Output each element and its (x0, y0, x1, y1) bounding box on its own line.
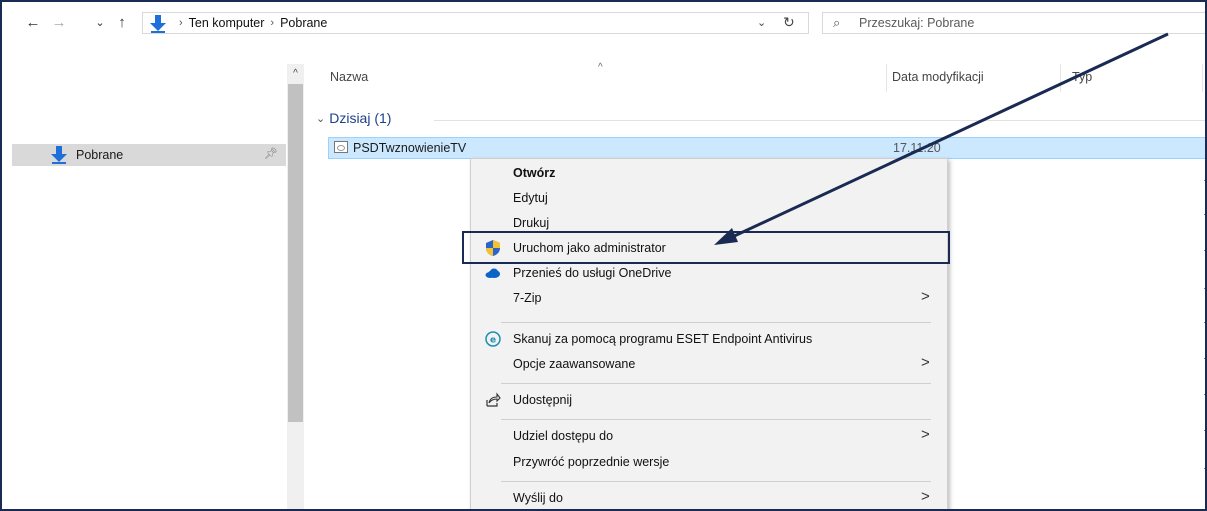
search-input[interactable]: Przeszukaj: Pobrane (859, 16, 974, 30)
menu-item-label: 7-Zip (513, 291, 542, 305)
group-label: Dzisiaj (1) (329, 110, 392, 126)
refresh-icon[interactable]: ↻ (783, 14, 795, 31)
pin-icon[interactable]: 📌︎ (264, 147, 278, 160)
recent-locations-button[interactable]: ⌄ (94, 12, 106, 32)
menu-separator (501, 322, 931, 323)
menu-item-eset-scan[interactable]: e Skanuj za pomocą programu ESET Endpoin… (471, 328, 947, 350)
menu-item-label: Opcje zaawansowane (513, 357, 636, 371)
address-dropdown-icon[interactable]: ⌄ (757, 16, 766, 29)
chevron-down-icon: ⌄ (316, 112, 326, 125)
download-icon (150, 15, 166, 33)
menu-item-label: Udziel dostępu do (513, 429, 614, 443)
menu-item-label: Otwórz (513, 166, 556, 180)
navigation-pane: Pobrane 📌︎ (2, 64, 286, 509)
column-header-date[interactable]: Data modyfikacji (892, 70, 984, 84)
column-divider[interactable] (1202, 64, 1203, 92)
nav-pane-item-downloads[interactable]: Pobrane 📌︎ (12, 144, 286, 166)
chevron-down-icon: ⌄ (95, 16, 105, 29)
menu-item-advanced-options[interactable]: Opcje zaawansowane > (471, 353, 947, 375)
script-file-icon (334, 141, 348, 153)
navigation-bar: ← → ⌄ ↑ › Ten komputer › Pobrane ⌄ ↻ ⌕ P… (2, 2, 1205, 42)
back-arrow-icon: ← (25, 13, 41, 31)
search-box[interactable]: ⌕ Przeszukaj: Pobrane (822, 12, 1205, 34)
search-icon: ⌕ (833, 15, 841, 30)
breadcrumb: › Ten komputer › Pobrane (173, 16, 327, 30)
onedrive-cloud-icon (485, 268, 500, 278)
menu-separator (501, 481, 931, 482)
file-row[interactable]: PSDTwznowienieTV 17.11.20 (328, 137, 1205, 159)
menu-item-label: Udostępnij (513, 393, 573, 407)
explorer-window: ← → ⌄ ↑ › Ten komputer › Pobrane ⌄ ↻ ⌕ P… (0, 0, 1207, 511)
menu-item-give-access[interactable]: Udziel dostępu do > (471, 425, 947, 447)
menu-item-edit[interactable]: Edytuj (471, 187, 947, 209)
sort-ascending-icon: ^ (598, 62, 603, 73)
scroll-up-icon[interactable]: ^ (287, 68, 304, 79)
menu-item-open[interactable]: Otwórz (471, 162, 947, 184)
chevron-right-icon: > (921, 426, 930, 443)
menu-separator (501, 419, 931, 420)
scrollbar-thumb[interactable] (288, 84, 303, 422)
column-divider[interactable] (1060, 64, 1061, 92)
column-divider[interactable] (886, 64, 887, 92)
column-header-type[interactable]: Typ (1072, 70, 1092, 84)
breadcrumb-item-this-pc[interactable]: Ten komputer (189, 16, 265, 30)
download-icon (51, 146, 67, 164)
chevron-right-icon: > (921, 354, 930, 371)
nav-pane-item-label: Pobrane (76, 148, 124, 162)
share-icon (486, 392, 501, 407)
breadcrumb-separator-icon: › (270, 17, 275, 29)
menu-item-label: Skanuj za pomocą programu ESET Endpoint … (513, 332, 813, 346)
svg-text:e: e (490, 336, 496, 346)
forward-arrow-icon: → (51, 13, 67, 31)
menu-item-label: Przywróć poprzednie wersje (513, 455, 670, 469)
column-header-name[interactable]: Nazwa (330, 70, 368, 84)
file-name: PSDTwznowienieTV (353, 141, 467, 155)
menu-item-move-to-onedrive[interactable]: Przenieś do usługi OneDrive (471, 262, 947, 284)
forward-button[interactable]: → (50, 12, 68, 32)
chevron-right-icon: > (921, 288, 930, 305)
annotation-highlight-box (462, 231, 950, 264)
context-menu: Otwórz Edytuj Drukuj Uruchom jako admini… (470, 158, 948, 509)
menu-item-label: Edytuj (513, 191, 548, 205)
chevron-right-icon: > (921, 488, 930, 505)
menu-item-7zip[interactable]: 7-Zip > (471, 287, 947, 309)
up-arrow-icon: ↑ (118, 13, 126, 31)
menu-item-send-to[interactable]: Wyślij do > (471, 487, 947, 509)
back-button[interactable]: ← (24, 12, 42, 32)
breadcrumb-item-downloads[interactable]: Pobrane (280, 16, 327, 30)
group-divider (434, 120, 1205, 121)
menu-item-share[interactable]: Udostępnij (471, 389, 947, 411)
menu-item-label: Przenieś do usługi OneDrive (513, 266, 672, 280)
nav-pane-scrollbar[interactable]: ^ (287, 64, 304, 509)
breadcrumb-separator-icon: › (179, 17, 183, 29)
file-date: 17.11.20 (893, 141, 941, 155)
menu-item-label: Drukuj (513, 216, 550, 230)
menu-separator (501, 383, 931, 384)
menu-item-restore-previous-versions[interactable]: Przywróć poprzednie wersje (471, 451, 947, 473)
menu-item-label: Wyślij do (513, 491, 563, 505)
up-button[interactable]: ↑ (114, 12, 130, 32)
group-header[interactable]: ⌄ Dzisiaj (1) (316, 110, 391, 126)
address-bar[interactable]: › Ten komputer › Pobrane ⌄ ↻ (142, 12, 809, 34)
eset-icon: e (485, 331, 501, 347)
